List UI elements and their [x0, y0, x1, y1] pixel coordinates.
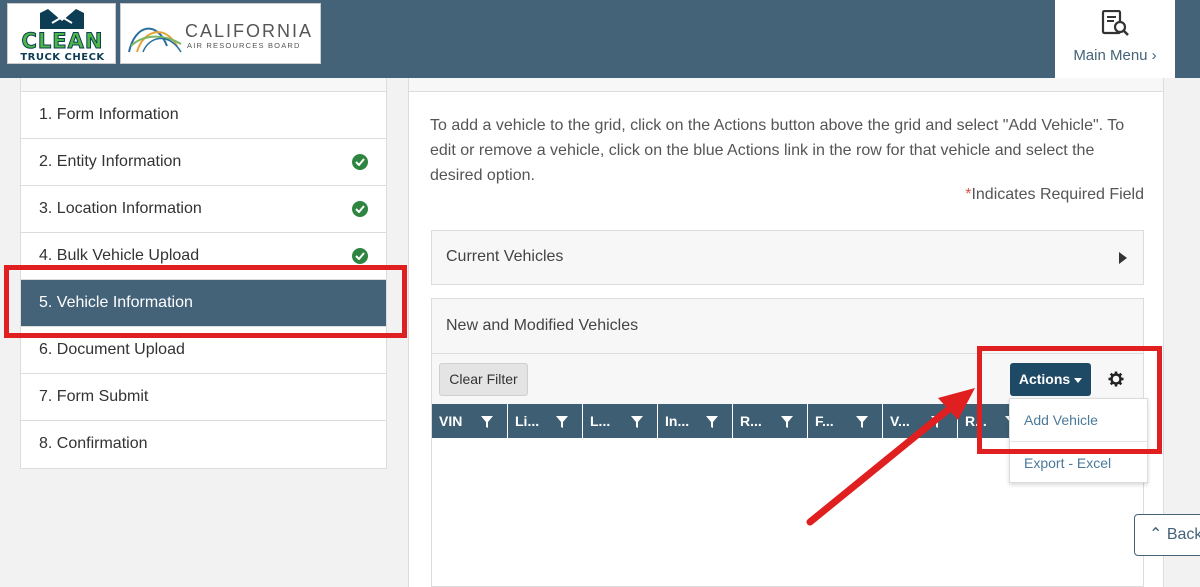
column-label: VIN: [439, 413, 463, 429]
column-label: In...: [665, 413, 690, 429]
step-label: 8. Confirmation: [39, 435, 148, 452]
carb-logo[interactable]: CALIFORNIA AIR RESOURCES BOARD: [120, 3, 321, 64]
annotation-highlight-box: [977, 346, 1162, 454]
main-menu-label: Main Menu ›: [1073, 47, 1157, 64]
carb-name: CALIFORNIA: [185, 21, 314, 41]
main-menu-button[interactable]: Main Menu ›: [1055, 0, 1175, 78]
logo-clean-word: CLEAN: [21, 29, 104, 53]
caret-right-icon[interactable]: [1119, 252, 1127, 264]
step-label: 6. Document Upload: [39, 341, 185, 358]
filter-icon[interactable]: [481, 416, 493, 428]
check-circle-icon: [352, 154, 368, 170]
document-search-icon: [1101, 10, 1129, 36]
column-header[interactable]: In...: [658, 404, 733, 438]
chevron-up-icon: ⌃: [1149, 526, 1167, 543]
column-header[interactable]: L...: [583, 404, 658, 438]
check-circle-icon: [352, 201, 368, 217]
check-circle-icon: [352, 248, 368, 264]
annotation-highlight-box: [4, 265, 407, 338]
step-label: 4. Bulk Vehicle Upload: [39, 247, 200, 264]
filter-icon[interactable]: [706, 416, 718, 428]
column-header[interactable]: R...: [733, 404, 808, 438]
current-vehicles-title: Current Vehicles: [446, 248, 564, 265]
filter-icon[interactable]: [781, 416, 793, 428]
step-form-submit[interactable]: 7. Form Submit: [21, 374, 386, 421]
step-label: 3. Location Information: [39, 200, 202, 217]
current-vehicles-panel[interactable]: Current Vehicles: [431, 230, 1144, 285]
instructions-text: To add a vehicle to the grid, click on t…: [430, 117, 1125, 184]
clear-filter-button[interactable]: Clear Filter: [439, 363, 528, 396]
export-excel-menu-item[interactable]: Export - Excel: [1024, 455, 1111, 471]
required-text: Indicates Required Field: [971, 186, 1144, 203]
logo-truck-check-word: TRUCK CHECK: [20, 52, 105, 63]
step-entity-information[interactable]: 2. Entity Information: [21, 139, 386, 186]
step-label: 7. Form Submit: [39, 388, 149, 405]
column-label: R...: [740, 413, 762, 429]
main-content: To add a vehicle to the grid, click on t…: [408, 78, 1164, 587]
annotation-arrow-icon: [806, 388, 975, 526]
carb-arcs-icon: [128, 27, 182, 53]
column-header[interactable]: Li...: [508, 404, 583, 438]
sidebar-top-strip: [21, 78, 386, 92]
step-location-information[interactable]: 3. Location Information: [21, 186, 386, 233]
back-label: Back: [1166, 526, 1200, 543]
filter-icon[interactable]: [556, 416, 568, 428]
column-header[interactable]: VIN: [432, 404, 508, 438]
truck-logo-icon: [40, 9, 84, 29]
step-form-information[interactable]: 1. Form Information: [21, 92, 386, 139]
column-label: Li...: [515, 413, 540, 429]
back-button[interactable]: ⌃ Back: [1134, 514, 1200, 556]
required-field-note: *Indicates Required Field: [809, 186, 1144, 204]
column-label: L...: [590, 413, 611, 429]
clean-truck-check-logo[interactable]: CLEAN TRUCK CHECK: [7, 3, 116, 64]
main-top-strip: [409, 78, 1163, 92]
new-vehicles-title: New and Modified Vehicles: [446, 317, 639, 334]
step-label: 2. Entity Information: [39, 153, 182, 170]
step-confirmation[interactable]: 8. Confirmation: [21, 421, 386, 468]
filter-icon[interactable]: [631, 416, 643, 428]
step-label: 1. Form Information: [39, 106, 179, 123]
top-header: CLEAN TRUCK CHECK CALIFORNIA AIR RESOURC…: [0, 0, 1200, 78]
carb-subtitle: AIR RESOURCES BOARD: [187, 41, 301, 50]
